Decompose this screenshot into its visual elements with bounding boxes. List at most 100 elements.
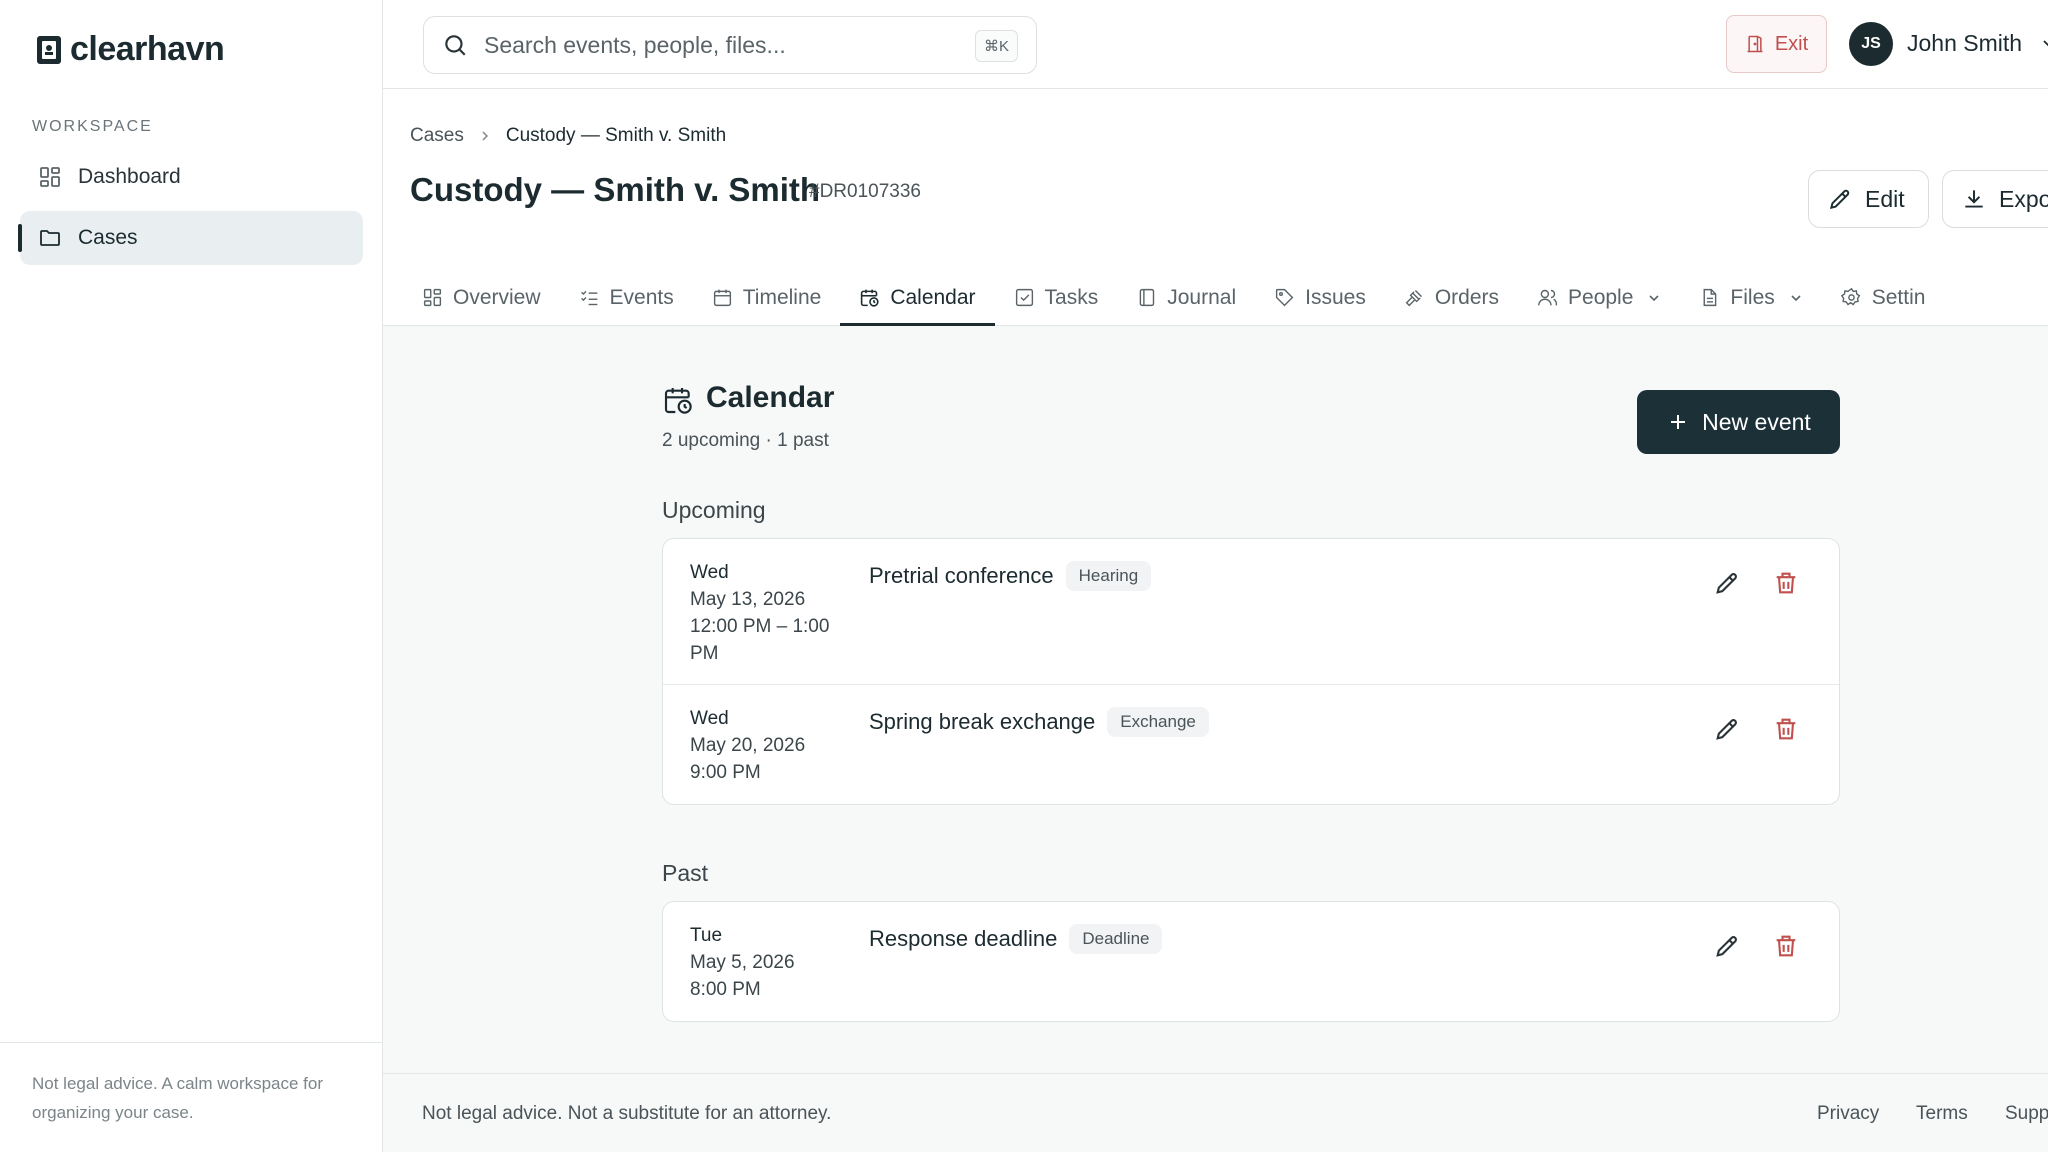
avatar[interactable]: JS xyxy=(1849,22,1893,66)
breadcrumb-root-link[interactable]: Cases xyxy=(410,125,464,147)
tag-icon xyxy=(1276,288,1294,307)
chevron-right-icon xyxy=(482,131,488,141)
logo-mark-icon xyxy=(37,35,61,64)
tab-issues[interactable]: Issues xyxy=(1255,269,1385,326)
event-datetime: Wed May 13, 2026 12:00 PM – 1:00 PM xyxy=(690,559,850,667)
footer-link-terms[interactable]: Terms xyxy=(1916,1103,1968,1125)
new-event-label: New event xyxy=(1702,408,1811,435)
event-time: 9:00 PM xyxy=(690,762,761,783)
list-item[interactable]: Wed May 13, 2026 12:00 PM – 1:00 PM Pret… xyxy=(663,539,1839,685)
edit-event-pencil-icon[interactable] xyxy=(1713,569,1741,597)
brand-logo[interactable]: clearhavn xyxy=(36,30,225,69)
calendar-clock-icon xyxy=(664,388,692,414)
exit-door-icon xyxy=(1747,35,1763,53)
event-type-badge: Deadline xyxy=(1069,924,1163,954)
event-title-line: Spring break exchange Exchange xyxy=(869,707,1209,737)
checkbox-icon xyxy=(1015,288,1033,307)
event-weekday: Tue xyxy=(690,925,723,946)
event-date: May 20, 2026 xyxy=(690,735,806,756)
plus-icon xyxy=(1671,415,1686,429)
tab-tasks[interactable]: Tasks xyxy=(995,269,1118,326)
calendar-summary: 2 upcoming · 1 past xyxy=(662,430,829,451)
event-title: Response deadline xyxy=(869,926,1058,951)
tab-calendar[interactable]: Calendar xyxy=(840,269,995,326)
case-number: #DR0107336 xyxy=(809,181,921,202)
tab-overview[interactable]: Overview xyxy=(403,269,560,326)
edit-label: Edit xyxy=(1865,185,1905,212)
tab-label: Tasks xyxy=(1044,285,1099,309)
delete-event-trash-icon[interactable] xyxy=(1772,569,1800,597)
search-shortcut-hint: ⌘K xyxy=(974,30,1018,62)
edit-event-pencil-icon[interactable] xyxy=(1713,932,1741,960)
new-event-button[interactable]: New event xyxy=(1637,390,1840,454)
footer-link-privacy[interactable]: Privacy xyxy=(1817,1103,1879,1125)
case-tabs: Overview Events Timeline Calendar Tasks … xyxy=(403,269,1944,326)
page-footer: Not legal advice. Not a substitute for a… xyxy=(383,1073,2048,1152)
tab-journal[interactable]: Journal xyxy=(1117,269,1255,326)
tab-files[interactable]: Files xyxy=(1680,269,1821,326)
past-section-label: Past xyxy=(662,860,709,886)
sidebar-item-dashboard[interactable]: Dashboard xyxy=(20,150,363,204)
tab-events[interactable]: Events xyxy=(560,269,693,326)
grid-icon xyxy=(40,167,60,187)
chevron-down-icon[interactable] xyxy=(2041,36,2048,50)
event-date: May 13, 2026 xyxy=(690,589,806,610)
calendar-heading: Calendar xyxy=(706,381,835,414)
tab-orders[interactable]: Orders xyxy=(1385,269,1518,326)
event-title-line: Pretrial conference Hearing xyxy=(869,561,1152,591)
sidebar-footer-note: Not legal advice. A calm workspace for o… xyxy=(0,1042,383,1152)
exit-button[interactable]: Exit xyxy=(1726,15,1827,73)
sidebar-item-cases[interactable]: Cases xyxy=(18,211,363,265)
calendar-icon xyxy=(713,289,731,307)
event-datetime: Tue May 5, 2026 8:00 PM xyxy=(690,922,850,1003)
list-item[interactable]: Tue May 5, 2026 8:00 PM Response deadlin… xyxy=(663,902,1839,1021)
list-item[interactable]: Wed May 20, 2026 9:00 PM Spring break ex… xyxy=(663,685,1839,804)
tab-label: Calendar xyxy=(890,285,976,309)
chevron-down-icon xyxy=(1791,294,1801,301)
tab-people[interactable]: People xyxy=(1518,269,1680,326)
case-header: Cases Custody — Smith v. Smith Custody —… xyxy=(383,89,2048,326)
page-title: Custody — Smith v. Smith xyxy=(410,171,821,208)
pencil-icon xyxy=(1829,189,1850,210)
event-title: Spring break exchange xyxy=(869,709,1096,734)
edit-case-button[interactable]: Edit xyxy=(1808,170,1929,228)
sidebar: clearhavn WORKSPACE Dashboard Cases Not … xyxy=(0,0,383,1152)
tab-label: People xyxy=(1568,285,1634,309)
tab-label: Issues xyxy=(1305,285,1366,309)
workspace-section-label: WORKSPACE xyxy=(32,118,153,135)
event-time: 8:00 PM xyxy=(690,979,761,1000)
tab-settings[interactable]: Settin xyxy=(1822,269,1945,326)
users-icon xyxy=(1538,289,1558,306)
event-type-badge: Hearing xyxy=(1065,561,1152,591)
list-check-icon xyxy=(580,290,597,306)
gear-icon xyxy=(1840,287,1861,306)
exit-label: Exit xyxy=(1774,32,1809,55)
breadcrumb-current: Custody — Smith v. Smith xyxy=(505,125,727,146)
gavel-icon xyxy=(1405,290,1422,307)
export-button[interactable]: Expo xyxy=(1942,170,2048,228)
tab-timeline[interactable]: Timeline xyxy=(693,269,841,326)
calendar-clock-icon xyxy=(861,289,879,307)
search-input[interactable] xyxy=(484,31,964,59)
footer-link-support[interactable]: Supp xyxy=(2005,1103,2048,1125)
user-name[interactable]: John Smith xyxy=(1907,30,2022,57)
tab-label: Files xyxy=(1730,285,1775,309)
grid-icon xyxy=(423,288,442,307)
sidebar-item-label: Dashboard xyxy=(78,165,181,188)
event-time: 12:00 PM – 1:00 PM xyxy=(690,616,830,664)
top-bar: ⌘K Exit JS John Smith xyxy=(383,0,2048,89)
folder-icon xyxy=(40,230,60,246)
edit-event-pencil-icon[interactable] xyxy=(1713,715,1741,743)
event-weekday: Wed xyxy=(690,562,729,583)
search-icon xyxy=(445,35,466,56)
tab-label: Journal xyxy=(1167,285,1237,309)
breadcrumb: Cases Custody — Smith v. Smith xyxy=(410,125,726,147)
search-box[interactable]: ⌘K xyxy=(423,16,1037,74)
event-title: Pretrial conference xyxy=(869,563,1054,588)
delete-event-trash-icon[interactable] xyxy=(1772,715,1800,743)
event-date: May 5, 2026 xyxy=(690,952,795,973)
upcoming-section-label: Upcoming xyxy=(662,497,766,523)
event-datetime: Wed May 20, 2026 9:00 PM xyxy=(690,705,850,786)
file-icon xyxy=(1703,288,1717,307)
delete-event-trash-icon[interactable] xyxy=(1772,932,1800,960)
